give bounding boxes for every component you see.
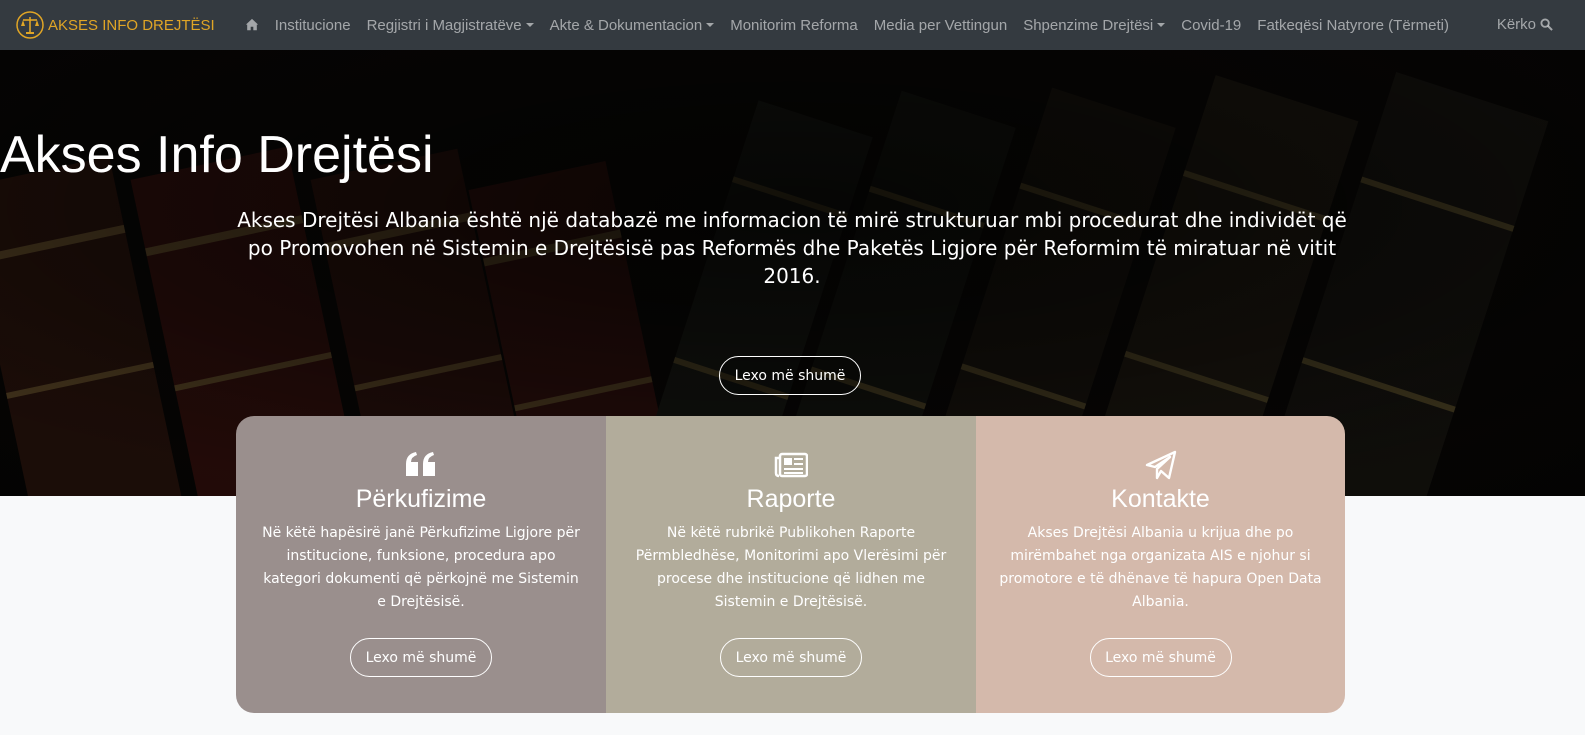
hero-description: Akses Drejtësi Albania është një databaz…: [237, 208, 1347, 288]
nav-institucione[interactable]: Institucione: [267, 17, 359, 34]
nav-monitorim[interactable]: Monitorim Reforma: [722, 17, 866, 34]
hero-read-more-button[interactable]: Lexo më shumë: [719, 356, 861, 395]
brand-name: AKSES INFO DREJTËSI: [48, 16, 215, 34]
card-read-more-button[interactable]: Lexo më shumë: [350, 638, 492, 677]
nav-label: Fatkeqësi Natyrore (Tërmeti): [1257, 16, 1449, 34]
nav-label: Media per Vettingun: [873, 16, 1008, 34]
search-icon: [1540, 18, 1553, 31]
card-perkufizime: Përkufizime Në këtë hapësirë janë Përkuf…: [236, 416, 606, 713]
nav-akte-dropdown[interactable]: Akte & Dokumentacion: [542, 17, 723, 34]
nav-label: Regjistri i Magjistratëve: [366, 16, 522, 34]
home-icon: [245, 18, 258, 31]
navbar: AKSES INFO DREJTËSI Institucione Regjist…: [0, 0, 1585, 50]
quote-icon: [406, 452, 435, 476]
nav-label: Institucione: [274, 16, 351, 34]
search-link[interactable]: Kërko: [1497, 16, 1553, 33]
caret-down-icon: [706, 23, 715, 27]
caret-down-icon: [1157, 23, 1166, 27]
card-read-more-button[interactable]: Lexo më shumë: [720, 638, 862, 677]
nav-label: Akte & Dokumentacion: [549, 16, 703, 34]
caret-down-icon: [525, 23, 534, 27]
hero-title: Akses Info Drejtësi: [0, 126, 434, 184]
card-read-more-button[interactable]: Lexo më shumë: [1089, 638, 1232, 677]
nav-shpenzime-dropdown[interactable]: Shpenzime Drejtësi: [1015, 17, 1173, 34]
card-title: Raporte: [746, 485, 836, 513]
nav-label: Monitorim Reforma: [730, 16, 858, 34]
card-text: Në këtë hapësirë janë Përkufizime Ligjor…: [262, 525, 580, 610]
nav-fatkeqesi[interactable]: Fatkeqësi Natyrore (Tërmeti): [1249, 17, 1457, 34]
feature-cards: Përkufizime Në këtë hapësirë janë Përkuf…: [236, 416, 1345, 713]
card-kontakte: Kontakte Akses Drejtësi Albania u krijua…: [976, 416, 1345, 713]
nav-covid[interactable]: Covid-19: [1173, 17, 1249, 34]
scales-of-justice-icon: [16, 11, 44, 39]
card-text: Në këtë rubrikë Publikohen Raporte Përmb…: [635, 525, 947, 610]
card-title: Përkufizime: [355, 485, 487, 513]
card-text: Akses Drejtësi Albania u krijua dhe po m…: [999, 525, 1322, 610]
nav-label: Covid-19: [1181, 16, 1242, 34]
newspaper-icon: [774, 452, 808, 478]
search-label: Kërko: [1496, 16, 1536, 33]
nav-label: Shpenzime Drejtësi: [1023, 16, 1154, 34]
nav-regjistri-dropdown[interactable]: Regjistri i Magjistratëve: [359, 17, 542, 34]
paper-plane-icon: [1145, 450, 1176, 480]
card-raporte: Raporte Në këtë rubrikë Publikohen Rapor…: [606, 416, 976, 713]
nav-media[interactable]: Media per Vettingun: [866, 17, 1015, 34]
nav-links: Institucione Regjistri i Magjistratëve A…: [237, 17, 1457, 34]
brand-logo-link[interactable]: AKSES INFO DREJTËSI: [16, 11, 215, 39]
nav-home[interactable]: [237, 18, 267, 32]
card-title: Kontakte: [1111, 485, 1210, 513]
